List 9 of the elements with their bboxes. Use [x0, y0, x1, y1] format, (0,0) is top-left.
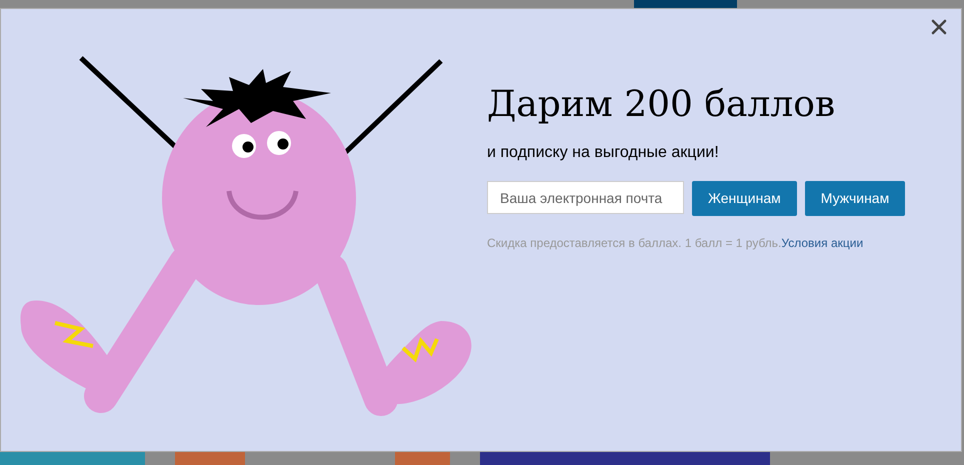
- discount-note: Скидка предоставляется в баллах. 1 балл = 1 рубль.Условия акции: [487, 235, 864, 252]
- terms-link[interactable]: Условия акции: [781, 236, 864, 250]
- category-button[interactable]: Мужчинам: [804, 181, 906, 216]
- modal-subtitle: и подписку на выгодные акции!: [487, 143, 720, 163]
- category-button[interactable]: Женщинам: [692, 181, 797, 216]
- modal-title: Дарим 200 баллов: [487, 83, 836, 127]
- photo-placeholder: [395, 452, 450, 465]
- email-field[interactable]: Ваша электронная почта: [487, 181, 684, 214]
- photo-placeholder: [175, 452, 245, 465]
